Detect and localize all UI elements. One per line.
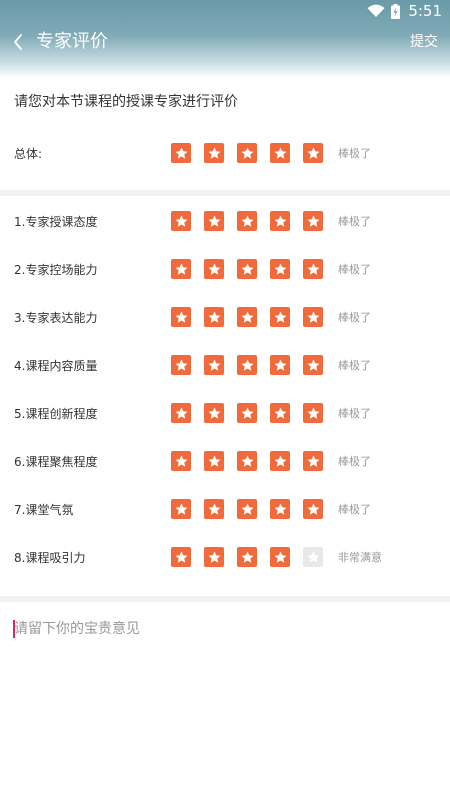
star-filled-icon[interactable] [204,547,224,567]
star-filled-icon[interactable] [303,211,323,231]
star-filled-icon[interactable] [204,211,224,231]
star-filled-icon[interactable] [204,143,224,163]
criterion-row: 2.专家控场能力 棒极了 [0,255,450,285]
star-filled-icon[interactable] [270,259,290,279]
chevron-left-icon [14,34,22,50]
star-filled-icon[interactable] [171,355,191,375]
star-filled-icon[interactable] [237,499,257,519]
rating-prompt: 请您对本节课程的授课专家进行评价 [14,94,238,110]
star-filled-icon[interactable] [270,355,290,375]
star-filled-icon[interactable] [204,499,224,519]
rating-status-text: 棒极了 [338,147,371,160]
criterion-row: 4.课程内容质量 棒极了 [0,351,450,381]
star-filled-icon[interactable] [303,403,323,423]
star-filled-icon[interactable] [237,547,257,567]
submit-button[interactable]: 提交 [410,32,438,52]
criterion-row: 5.课程创新程度 棒极了 [0,399,450,429]
star-filled-icon[interactable] [237,307,257,327]
star-filled-icon[interactable] [303,499,323,519]
rating-status-text: 棒极了 [338,455,371,468]
star-filled-icon[interactable] [303,355,323,375]
criterion-label: 3.专家表达能力 [14,311,98,325]
star-filled-icon[interactable] [237,143,257,163]
criterion-label: 1.专家授课态度 [14,215,98,229]
star-filled-icon[interactable] [171,143,191,163]
section-divider [0,596,450,602]
star-filled-icon[interactable] [270,547,290,567]
star-empty-icon[interactable] [303,547,323,567]
star-filled-icon[interactable] [171,547,191,567]
rating-status-text: 棒极了 [338,503,371,516]
star-filled-icon[interactable] [303,307,323,327]
star-filled-icon[interactable] [270,211,290,231]
star-filled-icon[interactable] [303,259,323,279]
rating-status-text: 棒极了 [338,263,371,276]
comment-input[interactable]: 请留下你的宝贵意见 [13,618,434,640]
star-filled-icon[interactable] [171,259,191,279]
star-filled-icon[interactable] [237,259,257,279]
star-filled-icon[interactable] [270,143,290,163]
criterion-label: 5.课程创新程度 [14,407,98,421]
star-filled-icon[interactable] [171,451,191,471]
criterion-label: 7.课堂气氛 [14,503,74,517]
section-divider [0,190,450,196]
app-header: 5:51 专家评价 提交 [0,0,450,78]
star-filled-icon[interactable] [270,403,290,423]
comment-placeholder: 请留下你的宝贵意见 [14,621,140,637]
criterion-row: 1.专家授课态度 棒极了 [0,207,450,237]
star-filled-icon[interactable] [270,307,290,327]
star-filled-icon[interactable] [237,403,257,423]
star-filled-icon[interactable] [204,355,224,375]
star-filled-icon[interactable] [303,451,323,471]
star-filled-icon[interactable] [204,307,224,327]
star-filled-icon[interactable] [171,403,191,423]
rating-status-text: 棒极了 [338,407,371,420]
rating-status-text: 棒极了 [338,359,371,372]
criterion-row: 6.课程聚焦程度 棒极了 [0,447,450,477]
overall-label: 总体: [14,147,43,161]
criterion-row: 3.专家表达能力 棒极了 [0,303,450,333]
star-filled-icon[interactable] [270,499,290,519]
criterion-row: 7.课堂气氛 棒极了 [0,495,450,525]
page-title: 专家评价 [36,31,108,52]
criterion-label: 2.专家控场能力 [14,263,98,277]
star-filled-icon[interactable] [237,355,257,375]
star-filled-icon[interactable] [204,451,224,471]
star-filled-icon[interactable] [171,211,191,231]
star-filled-icon[interactable] [171,499,191,519]
star-filled-icon[interactable] [237,451,257,471]
star-filled-icon[interactable] [237,211,257,231]
battery-charging-icon [391,3,401,19]
star-filled-icon[interactable] [204,403,224,423]
rating-status-text: 棒极了 [338,215,371,228]
criterion-label: 6.课程聚焦程度 [14,455,98,469]
rating-status-text: 非常满意 [338,551,382,564]
back-button[interactable] [8,30,28,54]
status-bar: 5:51 [0,0,450,22]
star-filled-icon[interactable] [270,451,290,471]
star-filled-icon[interactable] [204,259,224,279]
overall-rating-row: 总体: 棒极了 [0,139,450,169]
text-caret [13,620,15,638]
criterion-label: 4.课程内容质量 [14,359,98,373]
star-filled-icon[interactable] [171,307,191,327]
wifi-icon [367,4,385,18]
star-filled-icon[interactable] [303,143,323,163]
criterion-row: 8.课程吸引力 非常满意 [0,543,450,573]
rating-status-text: 棒极了 [338,311,371,324]
criterion-label: 8.课程吸引力 [14,551,86,565]
status-time: 5:51 [408,2,442,20]
